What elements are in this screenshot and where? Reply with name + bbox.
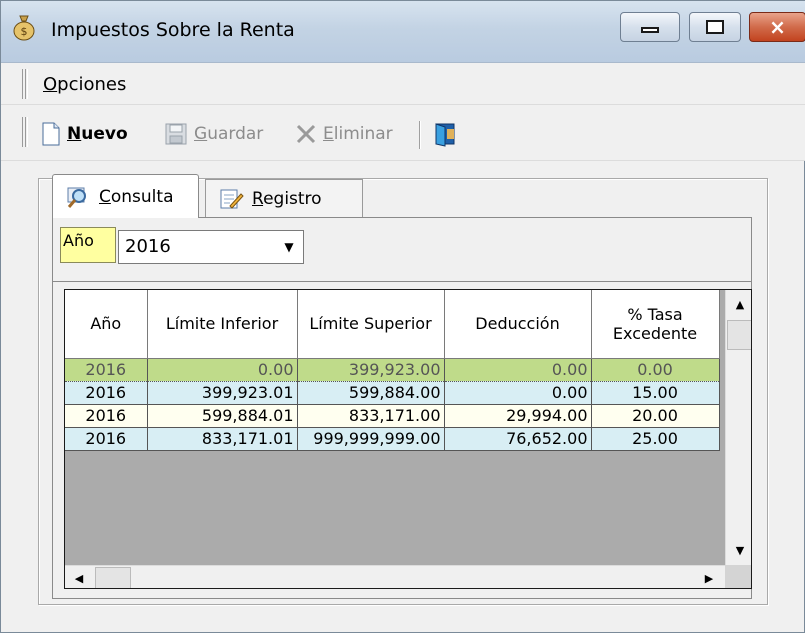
exit-door-icon bbox=[435, 123, 455, 147]
column-header-limite-superior[interactable]: Límite Superior bbox=[297, 290, 445, 359]
table-row[interactable]: 2016 399,923.01 599,884.00 0.00 15.00 bbox=[65, 381, 720, 405]
money-bag-icon: $ bbox=[13, 15, 35, 41]
vertical-scroll-thumb[interactable] bbox=[727, 320, 751, 350]
tab-consulta[interactable]: Consulta bbox=[52, 174, 199, 218]
cell-ano[interactable]: 2016 bbox=[65, 427, 148, 451]
horizontal-scroll-thumb[interactable] bbox=[95, 567, 131, 588]
nuevo-mnemonic: N bbox=[67, 124, 82, 144]
cell-tasa-excedente[interactable]: 20.00 bbox=[591, 404, 720, 428]
scroll-right-icon[interactable]: ▶ bbox=[697, 567, 721, 588]
tax-bracket-grid[interactable]: Año Límite Inferior Límite Superior Dedu… bbox=[64, 289, 752, 589]
cell-tasa-excedente[interactable]: 0.00 bbox=[591, 357, 720, 382]
year-dropdown-value: 2016 bbox=[125, 236, 171, 257]
guardar-mnemonic: G bbox=[194, 124, 208, 144]
menu-opciones[interactable]: Opciones bbox=[43, 74, 126, 95]
nuevo-label: uevo bbox=[81, 124, 128, 144]
year-label: Año bbox=[60, 227, 116, 263]
search-magnifier-icon bbox=[67, 187, 86, 208]
scroll-up-icon[interactable]: ▲ bbox=[728, 292, 751, 316]
registro-label: egistro bbox=[263, 188, 322, 209]
close-button[interactable]: × bbox=[749, 12, 805, 42]
save-icon bbox=[165, 123, 187, 145]
column-header-tasa-excedente[interactable]: % Tasa Excedente bbox=[591, 290, 720, 359]
guardar-button[interactable]: Guardar bbox=[164, 119, 263, 149]
cell-deduccion[interactable]: 76,652.00 bbox=[444, 427, 592, 451]
eliminar-label: liminar bbox=[333, 124, 393, 144]
vertical-scrollbar[interactable]: ▲ ▼ bbox=[725, 290, 751, 565]
scroll-left-icon[interactable]: ◀ bbox=[67, 567, 91, 588]
toolbar-grip[interactable] bbox=[22, 117, 28, 147]
cell-limite-inferior[interactable]: 0.00 bbox=[147, 357, 298, 382]
nuevo-button[interactable]: Nuevo bbox=[41, 119, 128, 149]
title-bar[interactable]: $ Impuestos Sobre la Renta × bbox=[1, 1, 805, 63]
cell-limite-inferior[interactable]: 833,171.01 bbox=[147, 427, 298, 451]
menu-opciones-mnemonic: O bbox=[43, 74, 58, 95]
minimize-button[interactable] bbox=[620, 12, 680, 42]
scroll-down-icon[interactable]: ▼ bbox=[728, 538, 751, 562]
table-row[interactable]: 2016 0.00 399,923.00 0.00 0.00 bbox=[65, 357, 720, 382]
cell-limite-superior[interactable]: 833,171.00 bbox=[297, 404, 445, 428]
column-header-limite-inferior[interactable]: Límite Inferior bbox=[147, 290, 298, 359]
exit-button[interactable] bbox=[433, 119, 459, 149]
edit-pencil-icon bbox=[220, 189, 244, 209]
table-row[interactable]: 2016 833,171.01 999,999,999.00 76,652.00… bbox=[65, 427, 720, 451]
cell-tasa-excedente[interactable]: 15.00 bbox=[591, 381, 720, 405]
toolbar: Nuevo Guardar Eliminar bbox=[1, 105, 805, 161]
chevron-down-icon[interactable]: ▼ bbox=[277, 233, 301, 261]
consulta-mnemonic: C bbox=[99, 186, 111, 207]
consulta-label: onsulta bbox=[110, 186, 174, 207]
cell-deduccion[interactable]: 0.00 bbox=[444, 357, 592, 382]
delete-x-icon bbox=[296, 124, 316, 144]
scrollbar-corner bbox=[725, 565, 751, 588]
cell-ano[interactable]: 2016 bbox=[65, 404, 148, 428]
menu-bar: Opciones bbox=[1, 63, 805, 105]
grid-table: Año Límite Inferior Límite Superior Dedu… bbox=[65, 290, 720, 451]
cell-deduccion[interactable]: 29,994.00 bbox=[444, 404, 592, 428]
cell-deduccion[interactable]: 0.00 bbox=[444, 381, 592, 405]
app-window: $ Impuestos Sobre la Renta × Opciones Nu… bbox=[0, 0, 805, 633]
cell-limite-superior[interactable]: 399,923.00 bbox=[297, 357, 445, 382]
minimize-icon bbox=[641, 27, 659, 33]
guardar-label: uardar bbox=[207, 124, 264, 144]
year-dropdown[interactable]: 2016 ▼ bbox=[118, 230, 304, 264]
maximize-icon bbox=[706, 20, 724, 34]
cell-ano[interactable]: 2016 bbox=[65, 381, 148, 405]
horizontal-scrollbar[interactable]: ◀ ▶ bbox=[65, 565, 725, 588]
svg-text:$: $ bbox=[21, 25, 28, 38]
new-document-icon bbox=[42, 122, 60, 146]
menu-opciones-label: pciones bbox=[57, 74, 127, 95]
close-icon: × bbox=[769, 15, 786, 39]
toolbar-separator bbox=[419, 121, 421, 149]
cell-limite-inferior[interactable]: 599,884.01 bbox=[147, 404, 298, 428]
cell-limite-inferior[interactable]: 399,923.01 bbox=[147, 381, 298, 405]
table-row[interactable]: 2016 599,884.01 833,171.00 29,994.00 20.… bbox=[65, 404, 720, 428]
window-title: Impuestos Sobre la Renta bbox=[51, 19, 295, 41]
tab-registro[interactable]: Registro bbox=[205, 179, 363, 217]
registro-mnemonic: R bbox=[252, 188, 264, 209]
menu-grip[interactable] bbox=[22, 69, 28, 99]
maximize-button[interactable] bbox=[689, 12, 741, 42]
eliminar-button[interactable]: Eliminar bbox=[295, 119, 393, 149]
column-header-ano[interactable]: Año bbox=[65, 290, 148, 359]
eliminar-mnemonic: E bbox=[323, 124, 334, 144]
cell-limite-superior[interactable]: 999,999,999.00 bbox=[297, 427, 445, 451]
cell-ano[interactable]: 2016 bbox=[65, 357, 148, 382]
column-header-deduccion[interactable]: Deducción bbox=[444, 290, 592, 359]
cell-tasa-excedente[interactable]: 25.00 bbox=[591, 427, 720, 451]
cell-limite-superior[interactable]: 599,884.00 bbox=[297, 381, 445, 405]
